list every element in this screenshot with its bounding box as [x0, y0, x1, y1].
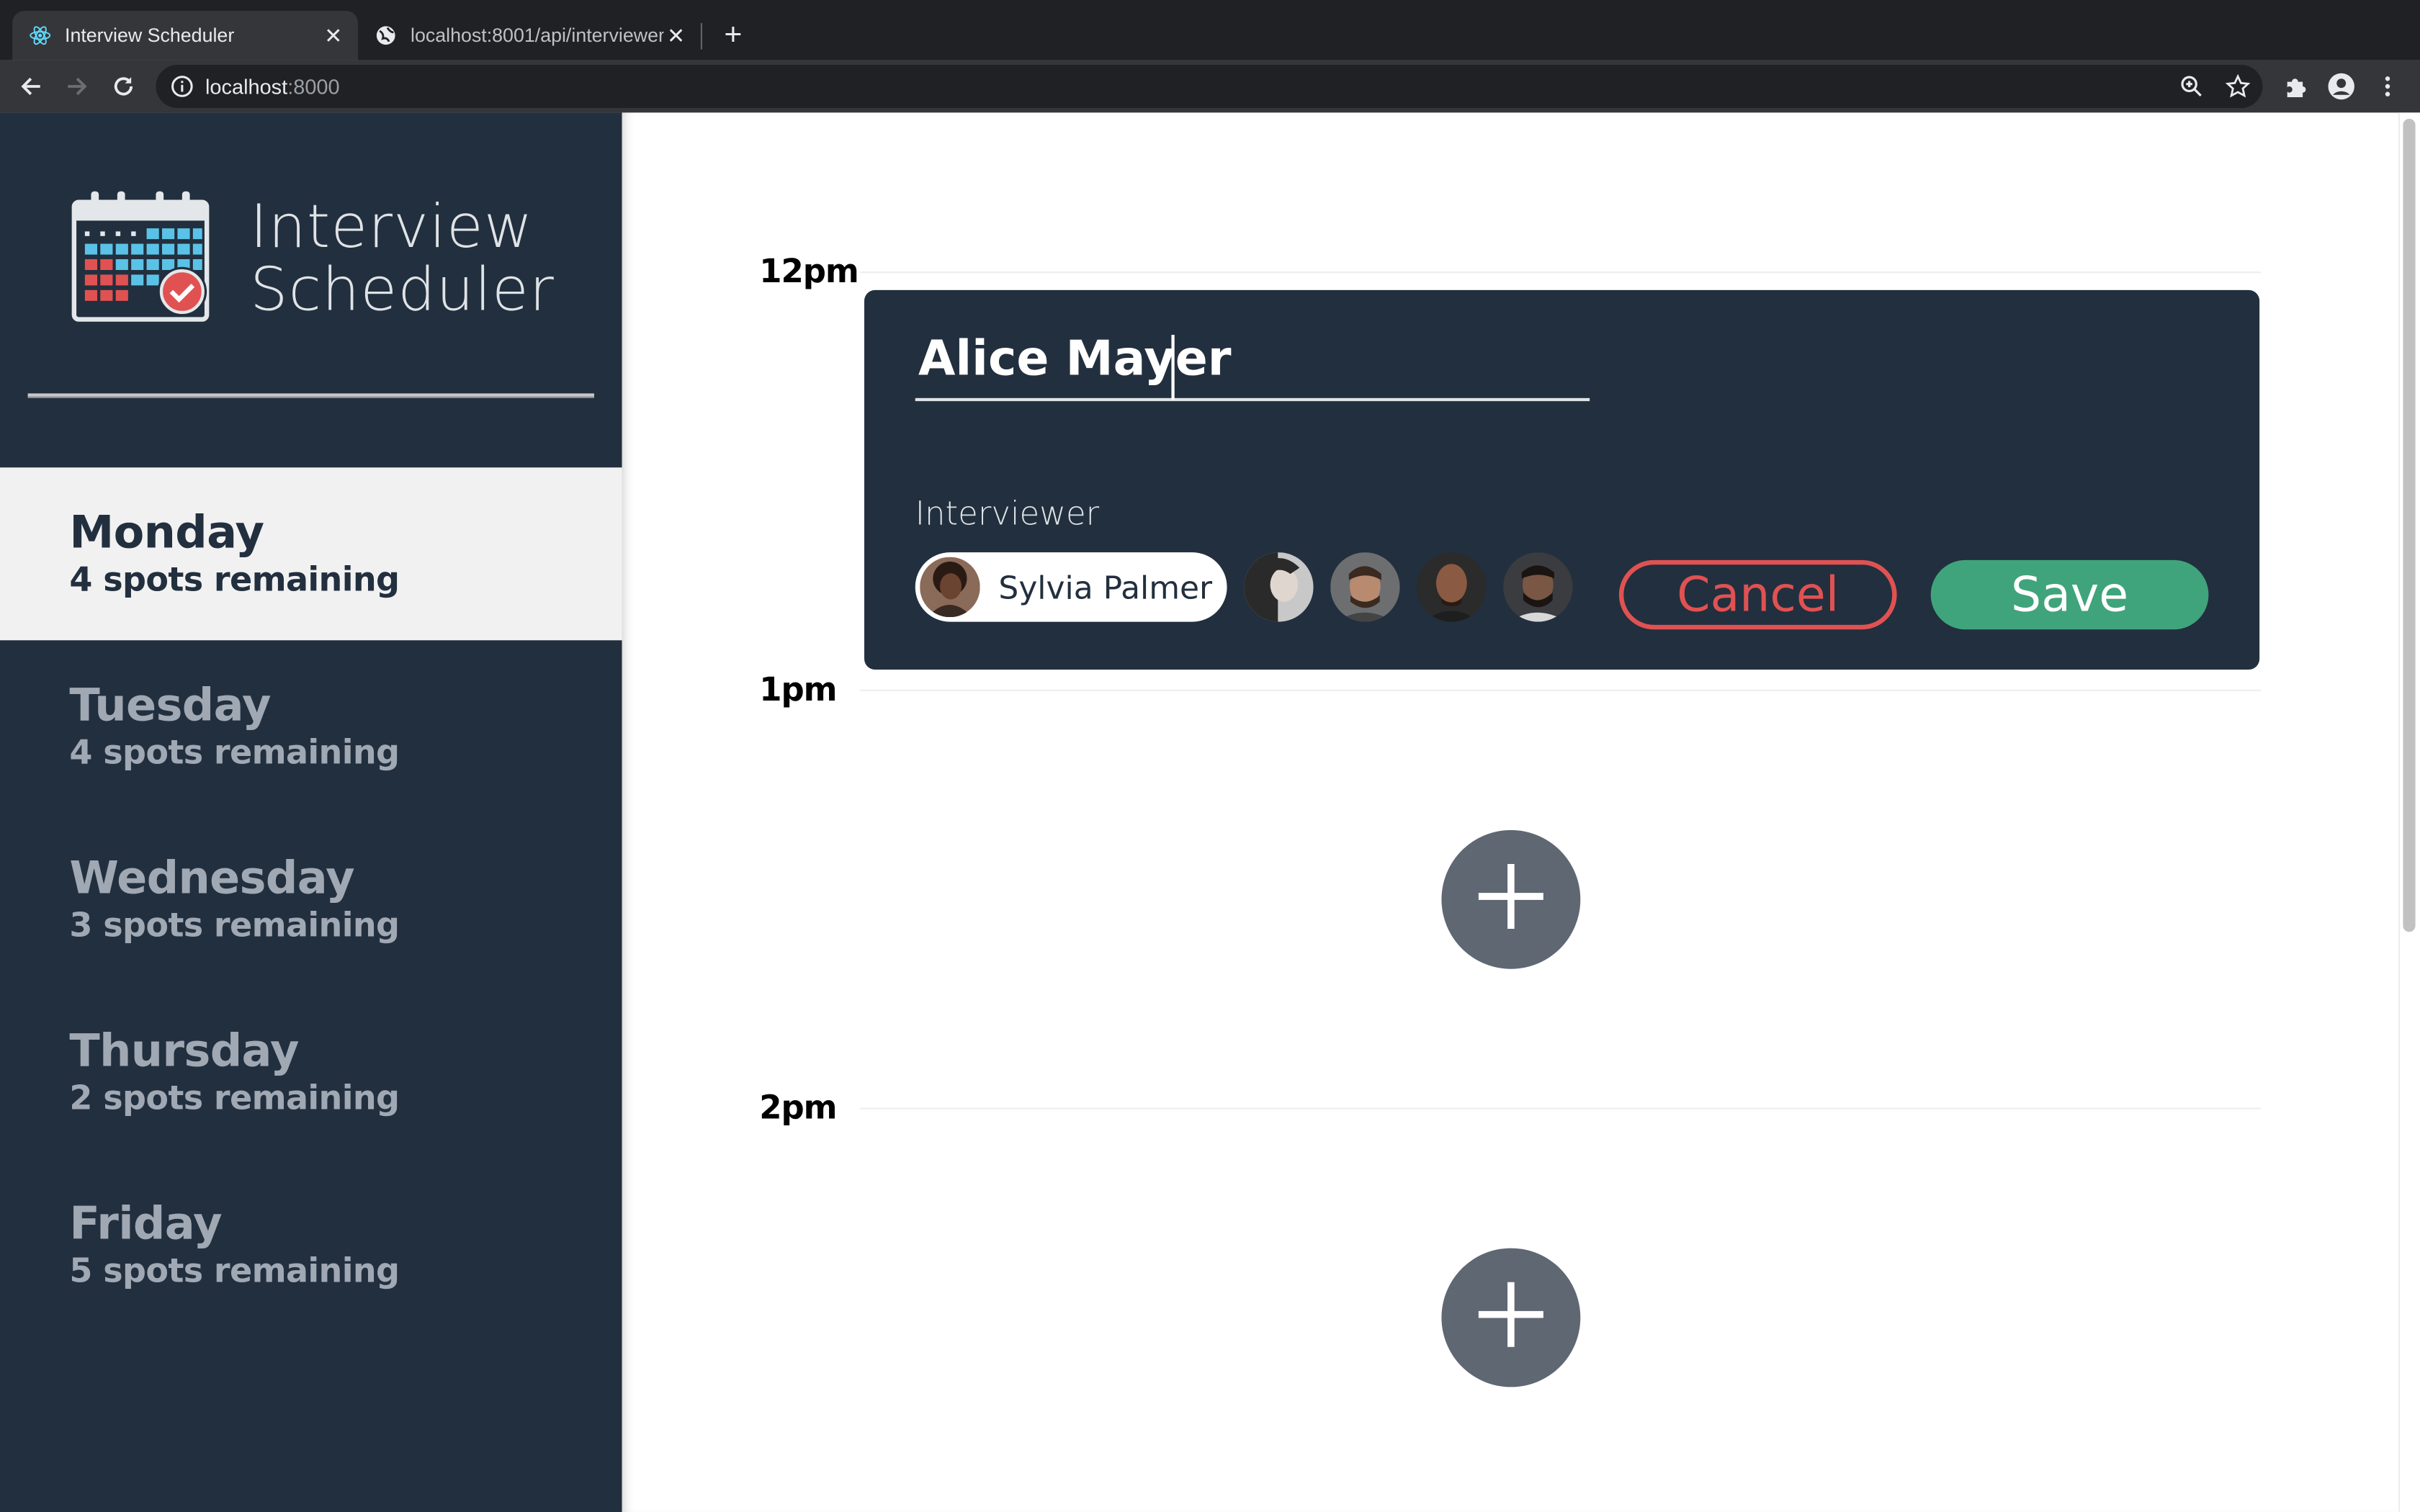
day-spots: 4 spots remaining [69, 562, 400, 600]
interviewer-name: Sylvia Palmer [998, 568, 1213, 606]
brand-line-1: Interview [250, 192, 534, 263]
brand-line-2: Scheduler [250, 256, 555, 326]
interviewer-avatar[interactable] [1417, 552, 1487, 622]
day-item-tuesday[interactable]: Tuesday 4 spots remaining [0, 640, 622, 813]
tab-interview-scheduler[interactable]: Interview Scheduler ✕ [12, 11, 359, 60]
add-appointment-button[interactable] [1441, 829, 1581, 969]
cancel-button[interactable]: Cancel [1618, 559, 1897, 630]
day-item-wednesday[interactable]: Wednesday 3 spots remaining [0, 813, 622, 986]
zoom-icon[interactable] [2173, 68, 2210, 104]
time-divider [859, 689, 2262, 691]
interviewer-selected-sylvia[interactable]: Sylvia Palmer [915, 552, 1227, 622]
plus-icon [1474, 859, 1548, 941]
globe-icon [374, 23, 398, 48]
browser-tab-bar: Interview Scheduler ✕ localhost:8001/api… [0, 0, 2420, 60]
day-name: Wednesday [69, 851, 355, 904]
day-spots: 5 spots remaining [69, 1253, 400, 1292]
bookmark-star-icon[interactable] [2219, 68, 2256, 104]
day-name: Tuesday [69, 678, 271, 732]
more-menu-icon[interactable] [2369, 68, 2406, 104]
scrollbar-thumb[interactable] [2403, 119, 2416, 932]
close-tab-icon[interactable]: ✕ [321, 22, 346, 48]
day-name: Thursday [69, 1024, 299, 1077]
reload-icon[interactable] [105, 68, 142, 104]
calendar-logo-icon [71, 190, 210, 323]
tab-separator [700, 23, 702, 50]
day-name: Friday [69, 1197, 223, 1250]
avatar [920, 557, 980, 618]
time-label-1pm: 1pm [759, 671, 837, 708]
new-tab-icon[interactable]: + [716, 18, 750, 53]
day-spots: 3 spots remaining [69, 907, 400, 946]
close-tab-icon[interactable]: ✕ [663, 22, 688, 48]
day-item-thursday[interactable]: Thursday 2 spots remaining [0, 986, 622, 1158]
day-spots: 2 spots remaining [69, 1080, 400, 1119]
time-divider [859, 1107, 2262, 1110]
sidebar-divider [27, 393, 595, 398]
extensions-puzzle-icon[interactable] [2277, 68, 2313, 104]
interviewer-avatar[interactable] [1503, 552, 1573, 622]
address-bar[interactable]: localhost:8000 [156, 65, 2263, 108]
add-appointment-button[interactable] [1441, 1248, 1581, 1387]
info-icon[interactable] [170, 74, 194, 99]
save-button[interactable]: Save [1930, 559, 2209, 630]
text-caret [1171, 335, 1175, 400]
time-label-2pm: 2pm [759, 1089, 837, 1127]
forward-arrow-icon[interactable] [58, 68, 95, 104]
plus-icon [1474, 1277, 1548, 1359]
day-spots: 4 spots remaining [69, 734, 400, 773]
interviewer-label: Interviewer [915, 495, 1100, 533]
react-icon [28, 23, 53, 48]
tab-api-interviewers[interactable]: localhost:8001/api/interviewers ✕ [358, 11, 701, 60]
sidebar: Interview Scheduler Monday 4 spots remai… [0, 112, 622, 1512]
url-host: localhost [205, 74, 288, 99]
day-name: Monday [69, 505, 264, 559]
interviewer-avatar[interactable] [1244, 552, 1314, 622]
url-port: :8000 [287, 74, 340, 99]
back-arrow-icon[interactable] [12, 68, 49, 104]
day-item-monday[interactable]: Monday 4 spots remaining [0, 467, 622, 641]
interviewer-avatar[interactable] [1330, 552, 1400, 622]
tab-title: localhost:8001/api/interviewers [411, 24, 664, 47]
brand-title: Interview Scheduler [250, 196, 555, 323]
time-label-12pm: 12pm [759, 253, 859, 290]
browser-toolbar: localhost:8000 [0, 60, 2420, 113]
url-text: localhost:8000 [205, 75, 340, 98]
student-name-input[interactable] [915, 320, 1590, 402]
tab-title: Interview Scheduler [65, 24, 235, 47]
profile-avatar-icon[interactable] [2323, 68, 2360, 104]
day-item-friday[interactable]: Friday 5 spots remaining [0, 1158, 622, 1331]
time-divider [859, 271, 2262, 274]
